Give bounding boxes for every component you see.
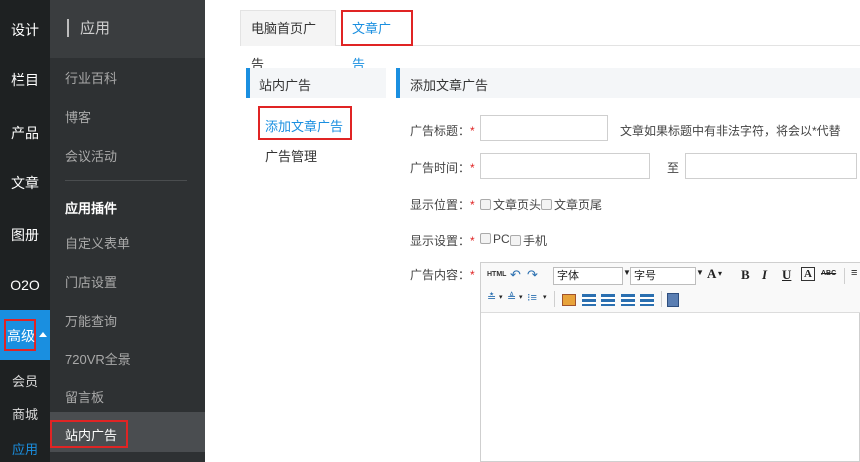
menu-item-custom-form[interactable]: 自定义表单	[65, 233, 130, 252]
form-header-marker	[396, 68, 400, 98]
secondary-menu-header: 应用	[50, 0, 205, 58]
caret-up-icon	[39, 332, 47, 337]
tab-pc-home-ads[interactable]: 电脑首页广告	[240, 10, 336, 72]
menu-item-guestbook[interactable]: 留言板	[65, 387, 104, 406]
link-add-article-ad[interactable]: 添加文章广告	[265, 116, 343, 135]
display-mobile-checkbox[interactable]	[510, 235, 521, 246]
menu-item-blog[interactable]: 博客	[65, 107, 91, 126]
align-image-none-icon[interactable]	[640, 294, 654, 306]
ad-title-note: 文章如果标题中有非法字符，将会以*代替	[620, 124, 841, 138]
paragraph-spacing-dropdown-icon[interactable]: ▾	[519, 293, 523, 301]
underline-button[interactable]: U	[782, 267, 791, 283]
rail-sub-apps[interactable]: 应用	[0, 439, 50, 458]
content-label: 广告内容：*	[410, 268, 475, 282]
list-icon[interactable]: ⁝≡	[527, 291, 537, 304]
rail-item-advanced[interactable]: 高级	[0, 310, 50, 360]
main-content: 电脑首页广告 文章广告 站内广告 添加文章广告 广告管理 添加文章广告 广告标题…	[205, 0, 860, 462]
secondary-menu: 应用 行业百科 博客 会议活动 应用插件 自定义表单 门店设置 万能查询 720…	[50, 0, 253, 462]
position-header-option[interactable]: 文章页头	[480, 196, 541, 213]
pagebreak-icon[interactable]	[667, 293, 679, 307]
html-source-button[interactable]: HTML	[487, 271, 506, 278]
rail-item-products[interactable]: 产品	[0, 123, 50, 143]
menu-item-site-ads-label: 站内广告	[65, 428, 118, 443]
display-pc-checkbox[interactable]	[480, 233, 491, 244]
left-panel-title: 站内广告	[259, 78, 312, 93]
font-size-dropdown-icon[interactable]: ▼	[696, 268, 704, 277]
tab-article-ads[interactable]: 文章广告	[341, 10, 413, 72]
rail-item-o2o[interactable]: O2O	[0, 277, 50, 293]
menu-divider	[65, 180, 187, 181]
position-footer-checkbox[interactable]	[541, 199, 552, 210]
redo-icon[interactable]: ↷	[527, 267, 538, 283]
menu-item-site-ads-active[interactable]: 站内广告	[50, 412, 205, 452]
menu-item-industry-wiki[interactable]: 行业百科	[65, 68, 117, 87]
form-header: 添加文章广告	[396, 68, 860, 98]
menu-item-vr[interactable]: 720VR全景	[65, 349, 131, 368]
menu-item-universal-query[interactable]: 万能查询	[65, 311, 117, 330]
tab-bar: 电脑首页广告 文章广告	[240, 10, 860, 72]
rail-item-design[interactable]: 设计	[0, 20, 50, 40]
display-pc-option[interactable]: PC	[480, 232, 510, 246]
ad-time-start-input[interactable]	[480, 153, 650, 179]
display-label: 显示设置：*	[410, 234, 475, 248]
bold-button[interactable]: B	[741, 267, 750, 283]
paragraph-spacing-icon[interactable]: ≜	[507, 291, 516, 304]
menu-item-store-settings[interactable]: 门店设置	[65, 272, 117, 291]
italic-button[interactable]: I	[762, 267, 767, 283]
editor-toolbar: HTML ↶ ↷ 字体 ▼ 字号 ▼ A ▾ B I U A ABC ≡ ≛ ▾…	[481, 263, 860, 313]
title-bar-marker	[67, 19, 69, 37]
line-height-icon[interactable]: ≛	[487, 291, 496, 304]
primary-rail: 设计 栏目 产品 文章 图册 O2O 高级 会员 商城 应用	[0, 0, 50, 462]
font-color-dropdown-icon[interactable]: ▾	[718, 269, 722, 278]
align-image-right-icon[interactable]	[601, 294, 615, 306]
ad-title-input[interactable]	[480, 115, 608, 141]
line-height-dropdown-icon[interactable]: ▾	[499, 293, 503, 301]
align-left-icon[interactable]: ≡	[851, 267, 857, 279]
align-image-left-icon[interactable]	[582, 294, 596, 306]
image-icon[interactable]	[562, 294, 576, 306]
undo-icon[interactable]: ↶	[510, 267, 521, 283]
menu-section-plugins: 应用插件	[65, 201, 118, 216]
secondary-menu-title: 应用	[80, 20, 111, 37]
position-label: 显示位置：*	[410, 198, 475, 212]
display-mobile-option[interactable]: 手机	[510, 232, 547, 249]
ad-time-to-label: 至	[667, 161, 680, 175]
font-color-button[interactable]: A	[707, 266, 716, 282]
form-title: 添加文章广告	[410, 78, 489, 93]
align-image-center-icon[interactable]	[621, 294, 635, 306]
strikethrough-button[interactable]: ABC	[821, 270, 836, 277]
rail-sub-member[interactable]: 会员	[0, 371, 50, 390]
rail-item-gallery[interactable]: 图册	[0, 225, 50, 245]
rail-sub-mall[interactable]: 商城	[0, 404, 50, 423]
rail-item-columns[interactable]: 栏目	[0, 70, 50, 90]
ad-title-label: 广告标题：*	[410, 124, 475, 138]
left-panel-header: 站内广告	[246, 68, 386, 98]
menu-item-conference[interactable]: 会议活动	[65, 146, 117, 165]
ad-time-label: 广告时间：*	[410, 161, 475, 175]
rail-item-articles[interactable]: 文章	[0, 173, 50, 193]
rail-item-advanced-label: 高级	[7, 328, 35, 344]
header-marker	[246, 68, 250, 98]
toolbar-separator-2	[554, 291, 555, 307]
position-footer-option[interactable]: 文章页尾	[541, 196, 602, 213]
rich-text-editor[interactable]: HTML ↶ ↷ 字体 ▼ 字号 ▼ A ▾ B I U A ABC ≡ ≛ ▾…	[480, 262, 860, 462]
border-text-button[interactable]: A	[801, 267, 815, 281]
toolbar-separator-3	[661, 291, 662, 307]
ad-time-end-input[interactable]	[685, 153, 857, 179]
link-ad-management[interactable]: 广告管理	[265, 146, 317, 165]
list-dropdown-icon[interactable]: ▾	[543, 293, 547, 301]
position-header-checkbox[interactable]	[480, 199, 491, 210]
font-family-select[interactable]: 字体	[553, 267, 623, 285]
toolbar-separator	[844, 268, 845, 284]
font-size-select[interactable]: 字号	[630, 267, 696, 285]
